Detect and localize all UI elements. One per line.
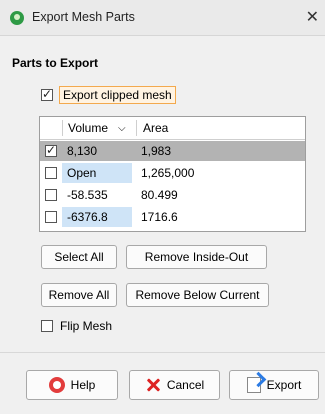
cancel-button[interactable]: Cancel	[129, 370, 220, 400]
export-clipped-label: Export clipped mesh	[59, 86, 176, 104]
area-cell: 1,983	[141, 144, 172, 158]
flip-mesh-checkbox-box[interactable]	[41, 320, 53, 332]
export-clipped-checkbox-box[interactable]	[41, 87, 53, 101]
area-cell: 80.499	[141, 188, 178, 202]
volume-cell: Open	[62, 163, 132, 183]
select-all-button[interactable]: Select All	[41, 245, 117, 269]
parts-table: Volume ⌵ Area 8,130 1,983 Open 1,265,000…	[39, 116, 306, 232]
section-title: Parts to Export	[12, 56, 99, 70]
area-cell: 1716.6	[141, 210, 178, 224]
column-header-area[interactable]: Area	[143, 121, 168, 135]
row-checkbox[interactable]	[45, 189, 57, 201]
volume-cell: -6376.8	[62, 207, 132, 227]
window-title: Export Mesh Parts	[32, 10, 135, 24]
volume-cell: 8,130	[67, 144, 98, 158]
sort-chevron-icon[interactable]: ⌵	[118, 123, 126, 134]
area-cell: 1,265,000	[141, 166, 195, 180]
remove-below-current-button[interactable]: Remove Below Current	[126, 283, 269, 307]
remove-all-button[interactable]: Remove All	[41, 283, 117, 307]
export-clipped-mesh-checkbox[interactable]: Export clipped mesh	[41, 86, 176, 104]
remove-inside-out-button[interactable]: Remove Inside-Out	[126, 245, 267, 269]
help-label: Help	[70, 378, 96, 392]
help-button[interactable]: Help	[26, 370, 118, 400]
flip-mesh-label: Flip Mesh	[60, 319, 113, 333]
flip-mesh-checkbox[interactable]: Flip Mesh	[41, 319, 112, 333]
app-logo-icon	[10, 11, 24, 25]
export-button[interactable]: Export	[229, 370, 319, 400]
cancel-label: Cancel	[166, 378, 205, 392]
header-divider	[136, 120, 137, 136]
table-row[interactable]: -58.535 80.499	[40, 185, 305, 205]
close-icon[interactable]: ✕	[306, 7, 319, 27]
export-arrow-icon	[246, 377, 261, 393]
table-header: Volume ⌵ Area	[40, 117, 305, 140]
title-bar: Export Mesh Parts ✕	[0, 0, 325, 36]
table-row[interactable]: -6376.8 1716.6	[40, 207, 305, 227]
header-divider	[62, 120, 63, 136]
cancel-x-icon	[145, 377, 161, 393]
table-row[interactable]: 8,130 1,983	[40, 141, 305, 161]
row-checkbox[interactable]	[45, 143, 57, 157]
column-header-volume[interactable]: Volume	[68, 121, 108, 135]
row-checkbox[interactable]	[45, 211, 57, 223]
row-checkbox[interactable]	[45, 167, 57, 179]
table-row[interactable]: Open 1,265,000	[40, 163, 305, 183]
export-label: Export	[266, 378, 302, 392]
export-mesh-parts-dialog: Export Mesh Parts ✕ Parts to Export Expo…	[0, 0, 325, 414]
volume-cell: -58.535	[67, 188, 108, 202]
help-lifebuoy-icon	[48, 377, 65, 393]
